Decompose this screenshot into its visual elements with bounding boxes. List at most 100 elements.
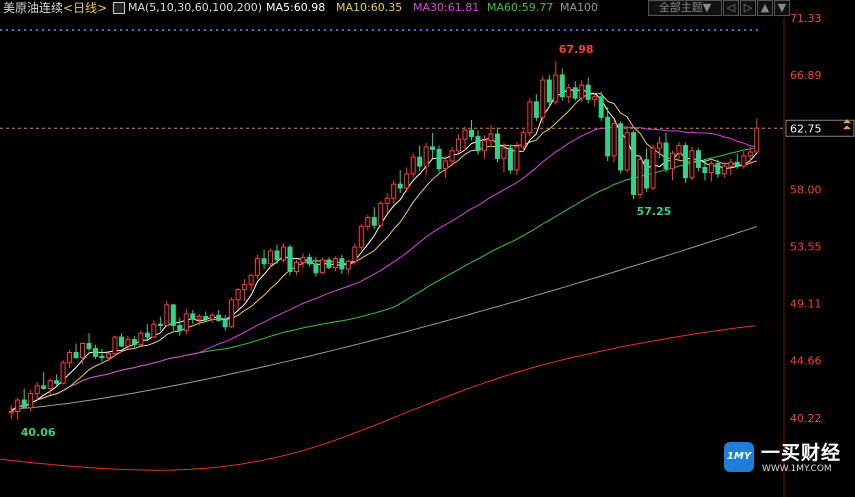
candle-body [443, 160, 449, 170]
candle-body [708, 163, 714, 174]
instrument-name: 美原油连续 [3, 1, 64, 15]
ma100-line [11, 226, 757, 410]
ma100-value: MA100 [560, 1, 599, 14]
candle-body [60, 362, 66, 384]
candle-body [203, 315, 209, 320]
watermark-logo-icon: 1MY [724, 442, 754, 472]
y-tick-label: 40.22 [790, 412, 822, 425]
ma60-value: MA60:59.77 [487, 1, 554, 14]
candle-body [281, 246, 287, 261]
indicator-icon[interactable] [113, 2, 125, 14]
candle-body [287, 246, 293, 273]
candle-body [196, 315, 202, 320]
candle-body [657, 142, 663, 149]
candle-body [605, 116, 611, 157]
candle-body [164, 304, 170, 326]
candle-body [572, 87, 578, 99]
prev-period-button[interactable]: ◁ [723, 0, 739, 16]
theme-select[interactable]: 全部主题▼ [648, 0, 722, 16]
candle-body [631, 132, 637, 195]
candle-body [255, 258, 261, 276]
candle-body [618, 123, 624, 171]
candle-body [261, 258, 267, 265]
candle-body [611, 123, 617, 157]
candle-body [229, 299, 235, 328]
indicator-label[interactable]: MA(5,10,30,60,100,200) [128, 0, 262, 16]
candle-body [721, 165, 727, 175]
candle-body [242, 283, 248, 291]
low-annotation: 57.25 [637, 205, 672, 218]
candle-body [216, 314, 222, 321]
period-label: <日线> [63, 1, 108, 15]
candle-body [34, 385, 40, 395]
candle-body [449, 150, 455, 162]
candle-body [734, 161, 740, 167]
candle-body [430, 146, 436, 150]
candle-body [391, 183, 397, 199]
candle-body [378, 202, 384, 226]
candle-body [520, 132, 526, 148]
zoom-in-button[interactable]: ▲ [757, 0, 773, 16]
next-period-button[interactable]: ▷ [740, 0, 756, 16]
ma5-line [10, 87, 758, 412]
candle-body [754, 127, 760, 153]
low-annotation: 40.06 [21, 426, 56, 439]
candle-body [293, 262, 299, 273]
candle-body [456, 138, 462, 152]
zoom-out-button[interactable]: ▼ [774, 0, 790, 16]
candle-body [384, 197, 390, 204]
candle-body [248, 274, 254, 285]
candle-body [21, 399, 27, 409]
ma30-value: MA30:61.81 [413, 1, 480, 14]
candle-body [397, 183, 403, 189]
watermark-url: WWW.1MY.COM [762, 464, 832, 474]
candle-body [546, 79, 552, 103]
candle-body [488, 133, 494, 141]
candle-body [462, 129, 468, 140]
candle-body [99, 355, 105, 359]
candle-body [209, 314, 215, 320]
candle-body [157, 323, 163, 326]
candle-body [689, 150, 695, 179]
instrument-title: 美原油连续<日线> [3, 0, 107, 16]
candle-body [663, 142, 669, 170]
candle-body [105, 353, 111, 359]
candle-body [332, 258, 338, 269]
y-tick-label: 66.89 [790, 69, 822, 82]
candle-body [559, 74, 565, 98]
candle-body [728, 161, 734, 167]
candle-body [300, 256, 306, 264]
candle-body [417, 156, 423, 167]
candle-body [650, 147, 656, 189]
candle-body [125, 339, 131, 347]
candle-body [553, 74, 559, 103]
candle-body [624, 132, 630, 171]
candle-body [144, 332, 150, 338]
watermark: 1MY 一买财经 WWW.1MY.COM [724, 442, 854, 476]
candle-body [339, 258, 345, 270]
y-tick-label: 44.66 [790, 355, 822, 368]
candle-body [345, 260, 351, 270]
candle-body [676, 145, 682, 154]
candle-body [138, 332, 144, 346]
candle-body [527, 101, 533, 134]
candle-body [469, 129, 475, 138]
candle-body [475, 136, 481, 152]
candle-body [177, 324, 183, 332]
candle-body [268, 250, 274, 265]
theme-select-label: 全部主题▼ [658, 1, 712, 14]
candle-body [274, 250, 280, 261]
candle-body [533, 101, 539, 118]
candle-body [86, 342, 92, 350]
candle-body [93, 348, 99, 357]
candle-body [8, 411, 14, 414]
candle-body [592, 96, 598, 100]
candle-body [481, 139, 487, 152]
candle-body [190, 313, 196, 320]
candle-body [540, 79, 546, 118]
candle-body [80, 342, 86, 359]
candle-body [494, 133, 500, 159]
current-price-label: 62.75 [790, 122, 822, 135]
candle-body [326, 259, 332, 269]
high-annotation: 67.98 [559, 43, 594, 56]
